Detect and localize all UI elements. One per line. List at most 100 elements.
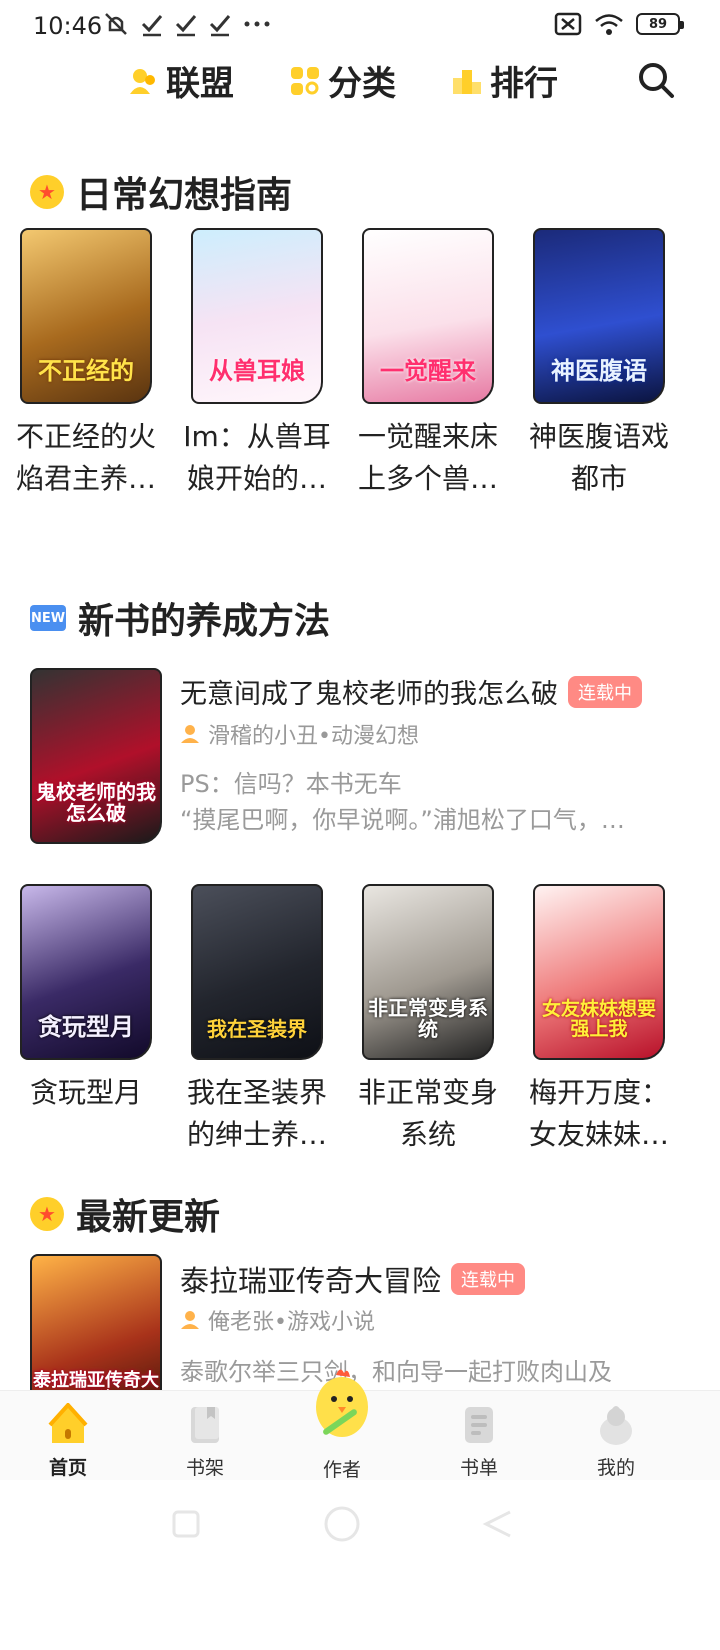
book-title[interactable]: 贪玩型月 (6, 1072, 166, 1114)
status-bar: 10:46 89 (0, 0, 720, 52)
book-title[interactable]: 梅开万度： 女友妹妹… (519, 1072, 679, 1156)
battery-icon: 89 (636, 13, 684, 35)
book-cover[interactable]: 鬼校老师的我怎么破 (30, 668, 162, 844)
tab-bookshelf-label: 书架 (185, 1457, 224, 1479)
section-daily-title: 日常幻想指南 (76, 175, 293, 216)
alliance-icon (130, 68, 155, 94)
check-icon (141, 15, 163, 37)
profile-icon (600, 1406, 632, 1445)
description-line: 泰歌尔举三只剑，和向导一起打败肉山及 (180, 1358, 612, 1386)
author-line: 俺老张•游戏小说 (180, 1304, 375, 1336)
book-card[interactable]: 我在圣装界 我在圣装界 的绅士养… (171, 884, 342, 1164)
notification-icons (102, 10, 272, 38)
cover-title-art: 从兽耳娘 (209, 356, 305, 385)
tab-author-label: 作者 (322, 1459, 361, 1481)
tab-bookshelf[interactable]: 书架 (155, 1391, 255, 1481)
author-icon (181, 725, 199, 743)
tab-home[interactable]: 首页 (18, 1391, 118, 1481)
category-icon (291, 66, 319, 95)
cover-title-art: 女友妹妹想要强上我 (541, 998, 656, 1041)
book-title[interactable]: 非正常变身 系统 (348, 1072, 508, 1156)
recent-apps-icon[interactable] (170, 1508, 202, 1540)
bookshelf-icon (191, 1407, 219, 1443)
section-daily-header: ★ 日常幻想指南 (30, 166, 292, 218)
mute-icon (105, 13, 127, 35)
check-icon (175, 15, 197, 37)
booklist-icon (465, 1407, 493, 1443)
book-card[interactable]: 女友妹妹想要强上我 梅开万度： 女友妹妹… (513, 884, 684, 1164)
author-line: 滑稽的小丑•动漫幻想 (180, 718, 419, 750)
sim-off-icon (554, 12, 582, 36)
nav-alliance-label: 联盟 (166, 64, 234, 104)
cover-title-art: 鬼校老师的我怎么破 (36, 780, 156, 825)
book-title[interactable]: 不正经的火 焰君主养… (6, 416, 166, 500)
book-cover[interactable]: 贪玩型月 (20, 884, 152, 1060)
cover-title-art: 一觉醒来 (380, 356, 476, 385)
wifi-icon (595, 14, 623, 35)
latest-book-title[interactable]: 泰拉瑞亚传奇大冒险 (180, 1258, 441, 1300)
author-text: 滑稽的小丑•动漫幻想 (208, 724, 419, 749)
featured-book-title-row[interactable]: 无意间成了鬼校老师的我怎么破 连载中 (180, 672, 642, 711)
book-card[interactable]: 神医腹语 神医腹语戏 都市 (513, 228, 684, 508)
book-card[interactable]: 贪玩型月 贪玩型月 (0, 884, 171, 1164)
book-cover[interactable]: 我在圣装界 (191, 884, 323, 1060)
system-navigation-bar (0, 1480, 720, 1650)
search-icon[interactable] (636, 60, 676, 100)
book-cover[interactable]: 一觉醒来 (362, 228, 494, 404)
book-card[interactable]: 非正常变身系统 非正常变身 系统 (342, 884, 513, 1164)
ranking-icon (453, 69, 481, 94)
book-cover[interactable]: 神医腹语 (533, 228, 665, 404)
more-dots-icon (244, 21, 270, 27)
book-cover[interactable]: 从兽耳娘 (191, 228, 323, 404)
featured-book-title[interactable]: 无意间成了鬼校老师的我怎么破 (180, 672, 558, 711)
book-title[interactable]: Im：从兽耳 娘开始的… (177, 416, 337, 500)
back-nav-icon[interactable] (482, 1508, 514, 1540)
book-title[interactable]: 神医腹语戏 都市 (519, 416, 679, 500)
cover-title-art: 非正常变身系统 (368, 996, 488, 1041)
tab-author[interactable]: 作者 (292, 1369, 392, 1481)
section-new-title: 新书的养成方法 (78, 601, 331, 642)
battery-level: 89 (648, 16, 668, 32)
book-card[interactable]: 不正经的 不正经的火 焰君主养… (0, 228, 171, 508)
nav-category[interactable]: 分类 (290, 56, 396, 105)
nav-ranking-label: 排行 (490, 64, 558, 104)
book-cover[interactable]: 不正经的 (20, 228, 152, 404)
author-text: 俺老张•游戏小说 (208, 1310, 375, 1335)
tab-booklist[interactable]: 书单 (429, 1391, 529, 1481)
author-icon (181, 1311, 199, 1329)
nav-category-label: 分类 (328, 64, 396, 104)
book-title[interactable]: 一觉醒来床 上多个兽… (348, 416, 508, 500)
new-badge-icon: NEW (30, 605, 66, 631)
cover-title-art: 神医腹语 (551, 356, 647, 385)
book-card[interactable]: 从兽耳娘 Im：从兽耳 娘开始的… (171, 228, 342, 508)
featured-book-item[interactable]: 鬼校老师的我怎么破 无意间成了鬼校老师的我怎么破 连载中 滑稽的小丑•动漫幻想 … (0, 668, 720, 848)
description-line: PS：信吗？本书无车 (180, 770, 402, 798)
daily-book-grid: 不正经的 不正经的火 焰君主养… 从兽耳娘 Im：从兽耳 娘开始的… 一觉醒来 一觉… (0, 228, 720, 508)
tab-booklist-label: 书单 (459, 1457, 498, 1479)
check-icon (209, 15, 231, 37)
cover-title-art: 不正经的 (38, 356, 134, 385)
book-card[interactable]: 一觉醒来 一觉醒来床 上多个兽… (342, 228, 513, 508)
bottom-tab-bar: 首页 书架 作者 书单 我的 (0, 1369, 720, 1481)
home-nav-icon[interactable] (322, 1504, 362, 1544)
section-latest-title: 最新更新 (76, 1197, 221, 1238)
tab-home-label: 首页 (48, 1457, 87, 1479)
book-cover[interactable]: 女友妹妹想要强上我 (533, 884, 665, 1060)
top-nav: 联盟 分类 排行 (0, 52, 720, 112)
star-badge-icon: ★ (30, 1197, 64, 1231)
cover-title-art: 我在圣装界 (207, 1017, 307, 1041)
status-badge: 连载中 (451, 1263, 526, 1295)
home-icon (48, 1403, 88, 1443)
latest-book-title-row[interactable]: 泰拉瑞亚传奇大冒险 连载中 (180, 1258, 526, 1300)
nav-alliance[interactable]: 联盟 (128, 56, 234, 105)
book-title[interactable]: 我在圣装界 的绅士养… (177, 1072, 337, 1156)
tab-profile[interactable]: 我的 (566, 1391, 666, 1481)
cover-title-art: 贪玩型月 (38, 1012, 134, 1041)
section-new-header: NEW 新书的养成方法 (30, 592, 330, 644)
book-cover[interactable]: 非正常变身系统 (362, 884, 494, 1060)
status-time: 10:46 (33, 12, 103, 40)
section-latest-header: ★ 最新更新 (30, 1188, 220, 1240)
star-badge-icon: ★ (30, 175, 64, 209)
tab-profile-label: 我的 (596, 1457, 635, 1479)
nav-ranking[interactable]: 排行 (452, 56, 558, 105)
